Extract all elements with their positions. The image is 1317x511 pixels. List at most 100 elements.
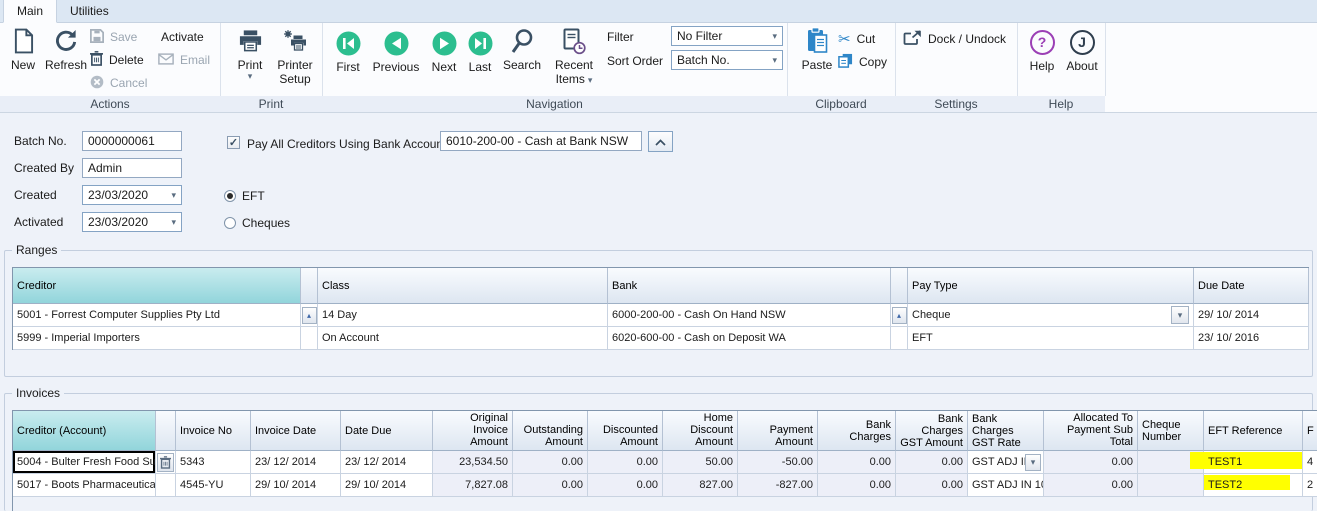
- pay-type-dropdown-button[interactable]: ▾: [1171, 306, 1189, 324]
- ranges-header-creditor[interactable]: Creditor: [13, 268, 301, 304]
- previous-button[interactable]: Previous: [368, 29, 424, 74]
- tab-main[interactable]: Main: [3, 0, 57, 23]
- email-button[interactable]: Email: [158, 50, 210, 70]
- ranges-cell-due-date[interactable]: 23/ 10/ 2016: [1194, 327, 1309, 350]
- invoices-header-bc-gst-rate[interactable]: Bank Charges GST Rate: [968, 411, 1044, 451]
- ranges-cell-creditor[interactable]: 5999 - Imperial Importers: [13, 327, 301, 350]
- ranges-header-bank[interactable]: Bank: [608, 268, 891, 304]
- cut-button[interactable]: ✂ Cut: [838, 29, 875, 49]
- invoices-cell-allocated[interactable]: 0.00: [1044, 451, 1138, 474]
- sort-up-button[interactable]: ▴: [892, 307, 907, 324]
- pay-all-creditors-checkbox[interactable]: ✓: [227, 136, 240, 149]
- invoices-header-eft-reference[interactable]: EFT Reference: [1204, 411, 1303, 451]
- ranges-cell-bank[interactable]: 6000-200-00 - Cash On Hand NSW: [608, 304, 891, 327]
- print-button[interactable]: Print ▾: [230, 27, 270, 80]
- invoices-cell-invoice-no[interactable]: 5343: [176, 451, 251, 474]
- ranges-cell-class[interactable]: On Account: [318, 327, 608, 350]
- invoices-cell-eft-reference[interactable]: TEST1: [1204, 451, 1303, 474]
- invoices-cell-invoice-date[interactable]: 23/ 12/ 2014: [251, 451, 341, 474]
- invoices-cell-payment[interactable]: -827.00: [738, 474, 818, 497]
- filter-dropdown[interactable]: No Filter ▾: [671, 26, 783, 46]
- ranges-cell-due-date[interactable]: 29/ 10/ 2014: [1194, 304, 1309, 327]
- invoices-cell-creditor[interactable]: 5017 - Boots Pharmaceutical: [13, 474, 156, 497]
- invoices-cell-original[interactable]: 7,827.08: [433, 474, 513, 497]
- delete-button[interactable]: Delete: [90, 50, 144, 70]
- invoices-cell-date-due[interactable]: 29/ 10/ 2014: [341, 474, 433, 497]
- invoices-header-outstanding[interactable]: Outstanding Amount: [513, 411, 588, 451]
- ranges-cell-bank[interactable]: 6020-600-00 - Cash on Deposit WA: [608, 327, 891, 350]
- invoices-cell-bank-charges[interactable]: 0.00: [818, 474, 896, 497]
- invoices-cell-original[interactable]: 23,534.50: [433, 451, 513, 474]
- save-icon: [90, 29, 104, 46]
- invoices-cell-bc-gst-rate[interactable]: GST ADJ IN ▾: [968, 451, 1044, 474]
- ranges-cell-class[interactable]: 14 Day: [318, 304, 608, 327]
- created-by-field[interactable]: Admin: [82, 158, 182, 178]
- ranges-header-pay-type[interactable]: Pay Type: [908, 268, 1194, 304]
- dock-undock-button[interactable]: Dock / Undock: [903, 29, 1006, 49]
- invoices-header-allocated[interactable]: Amount Allocated To Payment Sub Total: [1044, 411, 1138, 451]
- created-date-picker[interactable]: 23/03/2020 ▾: [82, 185, 182, 205]
- save-button[interactable]: Save: [90, 27, 137, 47]
- invoices-cell-bc-gst-rate[interactable]: GST ADJ IN 10: [968, 474, 1044, 497]
- about-button[interactable]: J About: [1061, 28, 1103, 73]
- invoices-header-invoice-no[interactable]: Invoice No: [176, 411, 251, 451]
- bank-account-expand-button[interactable]: [648, 131, 673, 152]
- gst-rate-dropdown-button[interactable]: ▾: [1025, 454, 1041, 471]
- help-button[interactable]: ? Help: [1023, 28, 1061, 73]
- invoices-header-payment[interactable]: Payment Amount: [738, 411, 818, 451]
- invoices-cell-payment[interactable]: -50.00: [738, 451, 818, 474]
- copy-button[interactable]: Copy: [838, 52, 887, 72]
- invoices-cell-invoice-date[interactable]: 29/ 10/ 2014: [251, 474, 341, 497]
- recent-items-button[interactable]: Recent Items ▾: [548, 27, 600, 86]
- invoices-cell-date-due[interactable]: 23/ 12/ 2014: [341, 451, 433, 474]
- invoices-cell-discounted[interactable]: 0.00: [588, 451, 663, 474]
- activate-button[interactable]: Activate: [161, 27, 204, 47]
- tab-utilities[interactable]: Utilities: [57, 0, 122, 22]
- cancel-button[interactable]: Cancel: [90, 73, 147, 93]
- last-button[interactable]: Last: [463, 29, 497, 74]
- invoices-header-invoice-date[interactable]: Invoice Date: [251, 411, 341, 451]
- invoices-cell-outstanding[interactable]: 0.00: [513, 474, 588, 497]
- invoices-header-bank-charges[interactable]: Bank Charges: [818, 411, 896, 451]
- sort-up-button[interactable]: ▴: [302, 307, 317, 324]
- ranges-cell-pay-type[interactable]: EFT: [908, 327, 1194, 350]
- invoices-header-home-discount[interactable]: Home Discount Amount: [663, 411, 738, 451]
- activated-date-picker[interactable]: 23/03/2020 ▾: [82, 212, 182, 232]
- invoices-cell-home-discount[interactable]: 827.00: [663, 474, 738, 497]
- invoices-header-bc-gst-amount[interactable]: Bank Charges GST Amount: [896, 411, 968, 451]
- ranges-cell-creditor[interactable]: 5001 - Forrest Computer Supplies Pty Ltd: [13, 304, 301, 327]
- ranges-header-due-date[interactable]: Due Date: [1194, 268, 1309, 304]
- invoices-cell-bank-charges[interactable]: 0.00: [818, 451, 896, 474]
- batch-no-field[interactable]: 0000000061: [82, 131, 182, 151]
- invoices-header-discounted[interactable]: Discounted Amount: [588, 411, 663, 451]
- invoices-cell-cheque[interactable]: [1138, 474, 1204, 497]
- invoices-cell-home-discount[interactable]: 50.00: [663, 451, 738, 474]
- eft-radio[interactable]: [224, 190, 236, 202]
- invoices-cell-invoice-no[interactable]: 4545-YU: [176, 474, 251, 497]
- invoices-cell-discounted[interactable]: 0.00: [588, 474, 663, 497]
- invoices-cell-cheque[interactable]: [1138, 451, 1204, 474]
- invoices-cell-creditor[interactable]: 5004 - Bulter Fresh Food Sup: [13, 451, 156, 474]
- ranges-cell-pay-type[interactable]: Cheque ▾: [908, 304, 1194, 327]
- first-button[interactable]: First: [330, 29, 366, 74]
- invoices-cell-bc-gst-amount[interactable]: 0.00: [896, 451, 968, 474]
- invoices-header-original[interactable]: Original Invoice Amount: [433, 411, 513, 451]
- delete-row-button[interactable]: [157, 453, 174, 472]
- invoices-header-cheque[interactable]: Cheque Number: [1138, 411, 1204, 451]
- invoices-cell-eft-reference[interactable]: TEST2: [1204, 474, 1303, 497]
- next-button[interactable]: Next: [426, 29, 462, 74]
- paste-button[interactable]: Paste: [796, 27, 838, 72]
- printer-setup-button[interactable]: Printer Setup: [271, 27, 319, 86]
- invoices-cell-bc-gst-amount[interactable]: 0.00: [896, 474, 968, 497]
- ranges-header-class[interactable]: Class: [318, 268, 608, 304]
- search-button[interactable]: Search: [500, 27, 544, 72]
- sort-order-dropdown[interactable]: Batch No. ▾: [671, 50, 783, 70]
- new-button[interactable]: New: [4, 27, 42, 72]
- invoices-cell-allocated[interactable]: 0.00: [1044, 474, 1138, 497]
- cheques-radio[interactable]: [224, 217, 236, 229]
- invoices-header-creditor[interactable]: Creditor (Account): [13, 411, 156, 451]
- invoices-cell-outstanding[interactable]: 0.00: [513, 451, 588, 474]
- invoices-header-date-due[interactable]: Date Due: [341, 411, 433, 451]
- bank-account-field[interactable]: 6010-200-00 - Cash at Bank NSW: [440, 131, 642, 151]
- refresh-button[interactable]: Refresh: [42, 27, 90, 72]
